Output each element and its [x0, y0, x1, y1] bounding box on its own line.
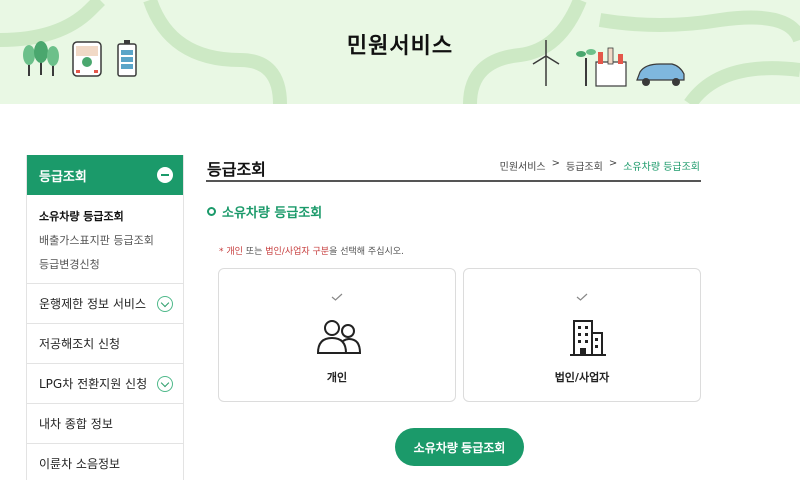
- sidebar-item-low-emission[interactable]: 저공해조치 신청: [27, 324, 183, 364]
- circle-bullet-icon: [207, 207, 216, 216]
- collapse-icon[interactable]: [157, 167, 173, 183]
- breadcrumb-item[interactable]: 등급조회: [566, 158, 603, 173]
- grade-lookup-button[interactable]: 소유차량 등급조회: [395, 428, 524, 466]
- top-banner: 민원서비스: [0, 0, 800, 104]
- breadcrumb-current: 소유차량 등급조회: [623, 162, 700, 173]
- sidebar-item-label: LPG차 전환지원 신청: [39, 377, 148, 391]
- sub-item-owned-vehicle-grade[interactable]: 소유차량 등급조회: [39, 205, 183, 229]
- breadcrumb-separator: >: [551, 158, 561, 169]
- sidebar-item-motorcycle-noise[interactable]: 이륜차 소음정보: [27, 444, 183, 480]
- sidebar-item-vehicle-info[interactable]: 내차 종합 정보: [27, 404, 183, 444]
- selection-notice: * 개인 또는 법인/사업자 구분을 선택해 주십시오.: [219, 244, 404, 257]
- section-title: 소유차량 등급조회: [207, 202, 322, 221]
- title-divider: [206, 180, 701, 182]
- sub-item-grade-change[interactable]: 등급변경신청: [39, 253, 183, 277]
- sidebar-item-label: 이륜차 소음정보: [39, 457, 121, 471]
- corporate-label: 법인/사업자: [554, 371, 610, 384]
- check-icon: [576, 293, 588, 301]
- breadcrumb-separator: >: [608, 158, 618, 169]
- sidebar-sub-list: 소유차량 등급조회 배출가스표지판 등급조회 등급변경신청: [27, 195, 183, 284]
- sidebar-header-label: 등급조회: [39, 169, 87, 185]
- sidebar-item-restriction-info[interactable]: 운행제한 정보 서비스: [27, 284, 183, 324]
- sidebar-item-label: 내차 종합 정보: [39, 417, 113, 431]
- sidebar-item-label: 저공해조치 신청: [39, 337, 121, 351]
- corporate-option-card[interactable]: 법인/사업자: [463, 268, 701, 402]
- banner-title: 민원서비스: [346, 34, 454, 59]
- sidebar-item-label: 운행제한 정보 서비스: [39, 297, 146, 311]
- chevron-down-icon[interactable]: [157, 295, 173, 312]
- breadcrumb: 민원서비스 > 등급조회 > 소유차량 등급조회: [500, 158, 700, 173]
- sidebar-item-lpg-conversion[interactable]: LPG차 전환지원 신청: [27, 364, 183, 404]
- building-icon: [570, 320, 606, 356]
- car-icon: [636, 63, 685, 86]
- page-title: 등급조회: [207, 160, 266, 179]
- sidebar-nav: 등급조회 소유차량 등급조회 배출가스표지판 등급조회 등급변경신청 운행제한 …: [26, 155, 184, 480]
- people-icon: [316, 320, 362, 354]
- notice-suffix: 을 선택해 주십시오.: [329, 247, 404, 257]
- notice-or: 또는: [242, 247, 266, 257]
- individual-label: 개인: [326, 371, 348, 384]
- section-title-text: 소유차량 등급조회: [222, 206, 323, 221]
- sub-item-emission-sign-grade[interactable]: 배출가스표지판 등급조회: [39, 229, 183, 253]
- sidebar-header-grade[interactable]: 등급조회: [27, 155, 183, 195]
- notice-corporate: 법인/사업자 구분: [265, 247, 330, 257]
- breadcrumb-item[interactable]: 민원서비스: [500, 158, 546, 173]
- chevron-down-icon[interactable]: [157, 375, 173, 392]
- individual-option-card[interactable]: 개인: [218, 268, 456, 402]
- notice-individual: 개인: [226, 247, 243, 257]
- check-icon: [331, 293, 343, 301]
